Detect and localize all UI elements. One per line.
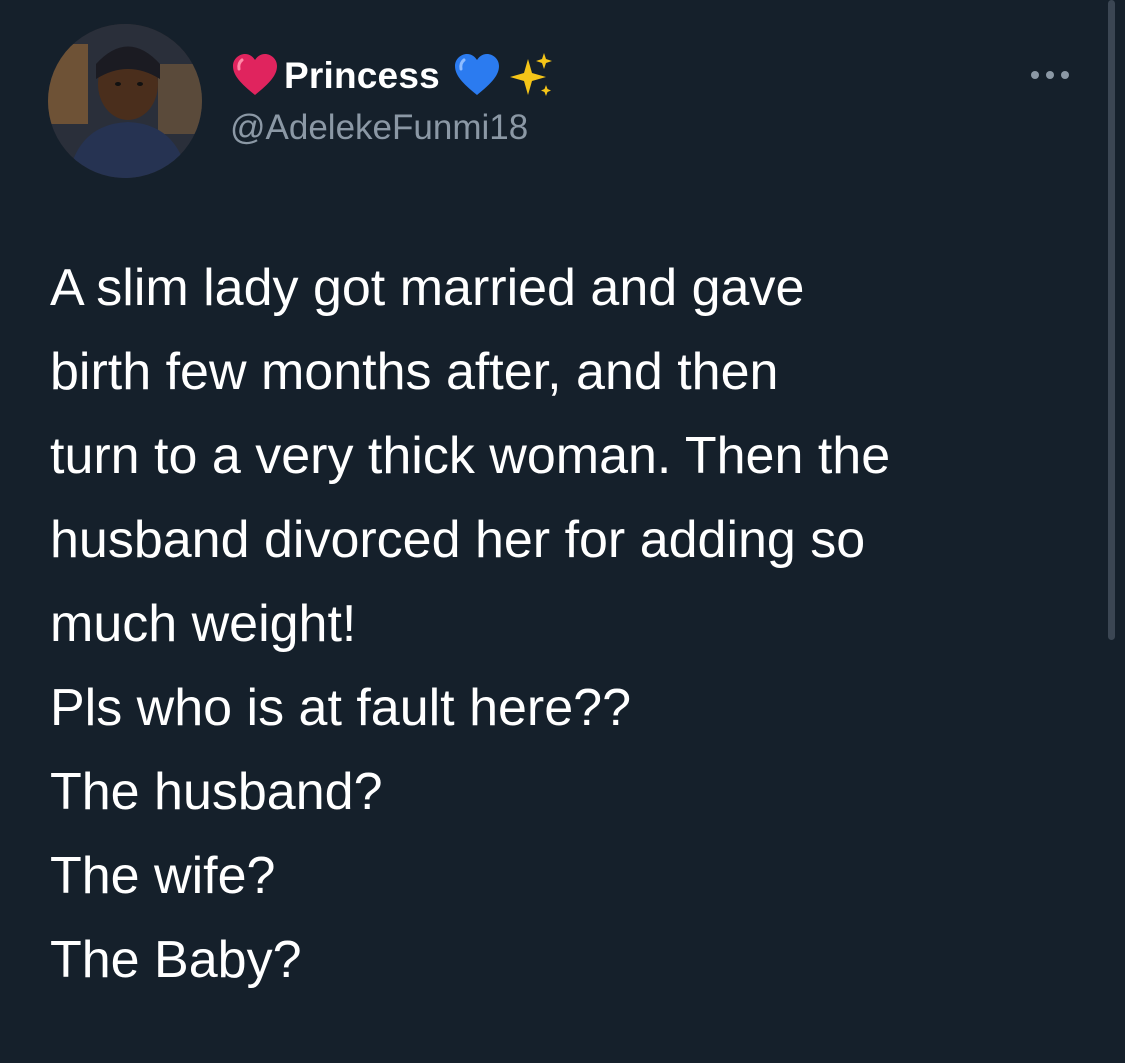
- tweet-text-line: The wife?: [50, 847, 276, 905]
- tweet-card: Princess @AdelekeFunmi18 A slim lady got…: [0, 0, 1125, 1063]
- tweet-text-line: much weight!: [50, 595, 357, 653]
- display-name[interactable]: Princess: [284, 55, 440, 97]
- more-horizontal-icon: [1061, 71, 1069, 79]
- tweet-text-line: A slim lady got married and gave: [50, 259, 805, 317]
- blue-heart-icon: [452, 51, 502, 101]
- tweet-text-line: turn to a very thick woman. Then the: [50, 427, 891, 485]
- sparkles-icon: [506, 51, 556, 101]
- red-heart-icon: [230, 51, 280, 101]
- avatar-image: [48, 24, 202, 178]
- scrollbar[interactable]: [1108, 0, 1115, 640]
- tweet-text: A slim lady got married and gave birth f…: [50, 246, 1100, 1002]
- more-horizontal-icon: [1046, 71, 1054, 79]
- tweet-text-line: The husband?: [50, 763, 383, 821]
- tweet-text-line: Pls who is at fault here??: [50, 679, 631, 737]
- user-handle[interactable]: @AdelekeFunmi18: [230, 108, 556, 148]
- tweet-text-line: birth few months after, and then: [50, 343, 779, 401]
- more-options-button[interactable]: [1020, 55, 1080, 95]
- user-info: Princess @AdelekeFunmi18: [230, 48, 556, 168]
- tweet-text-line: husband divorced her for adding so: [50, 511, 866, 569]
- more-horizontal-icon: [1031, 71, 1039, 79]
- tweet-text-line: The Baby?: [50, 931, 302, 989]
- name-row: Princess: [230, 48, 556, 104]
- avatar[interactable]: [48, 24, 202, 178]
